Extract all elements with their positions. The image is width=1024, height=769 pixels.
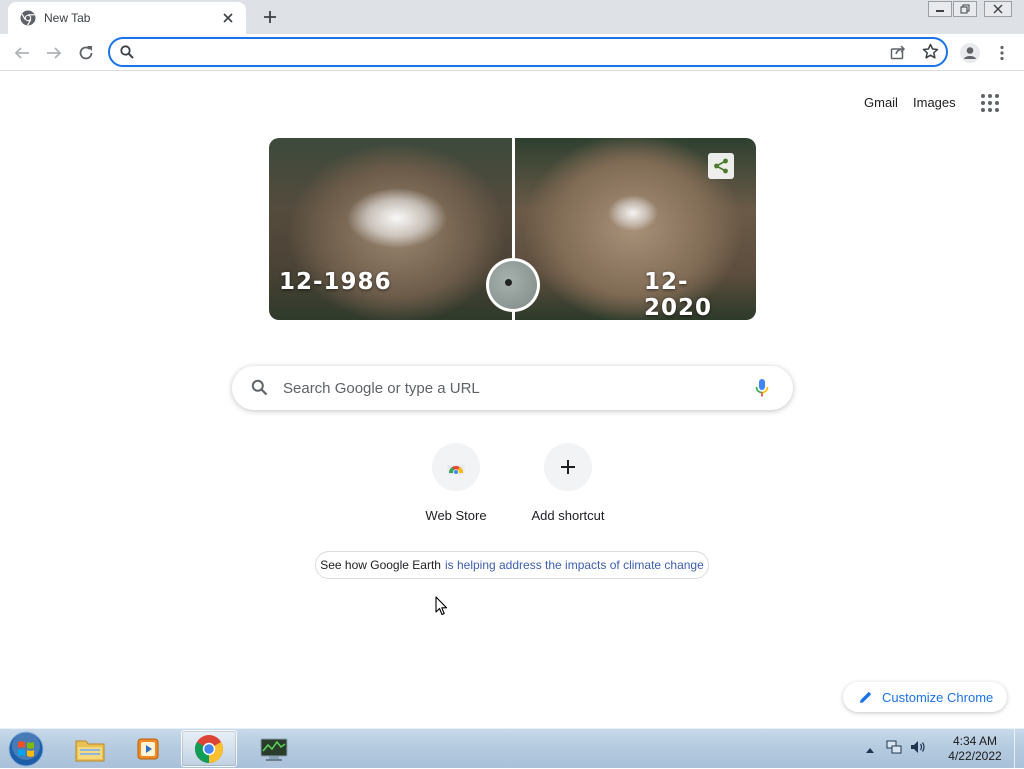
taskbar-media-player[interactable]: [121, 730, 177, 767]
profile-button[interactable]: [958, 41, 982, 65]
window-close-button[interactable]: [984, 1, 1012, 17]
gmail-link[interactable]: Gmail: [864, 95, 898, 110]
doodle-right-year: 12-2020: [644, 269, 713, 320]
chrome-menu-button[interactable]: [991, 42, 1013, 64]
google-search-input[interactable]: [283, 378, 743, 398]
shortcut-icon-circle: [544, 443, 592, 491]
taskbar-chrome[interactable]: [181, 730, 237, 767]
clock-date: 4/22/2022: [948, 749, 1002, 763]
plus-icon: [264, 11, 276, 23]
minimize-button[interactable]: [928, 1, 952, 17]
minimize-icon: [936, 10, 944, 12]
restore-button[interactable]: [953, 1, 977, 17]
chrome-web-store-icon: [447, 465, 465, 475]
share-icon[interactable]: [708, 153, 734, 179]
system-monitor-icon: [260, 738, 288, 761]
reload-icon: [79, 46, 93, 60]
plus-icon: [561, 460, 575, 474]
shortcut-icon-circle: [432, 443, 480, 491]
google-search-box[interactable]: [232, 366, 793, 410]
globe-icon: [489, 261, 537, 309]
taskbar-system-monitor[interactable]: [246, 730, 302, 767]
omnibox-input[interactable]: [144, 43, 874, 61]
kebab-menu-icon: [1000, 45, 1004, 61]
google-doodle[interactable]: 12-1986 12-2020: [269, 138, 756, 320]
images-link[interactable]: Images: [913, 95, 956, 110]
taskbar-file-explorer[interactable]: [62, 730, 118, 767]
file-explorer-icon: [75, 740, 105, 761]
doodle-left-year: 12-1986: [279, 269, 392, 295]
doodle-slider-handle[interactable]: [486, 258, 540, 312]
tab-new-tab[interactable]: New Tab: [8, 2, 246, 34]
tray-up-arrow-icon[interactable]: [866, 740, 874, 758]
network-icon[interactable]: [886, 739, 902, 760]
grid-apps-icon[interactable]: [981, 94, 999, 112]
customize-chrome-button[interactable]: Customize Chrome: [843, 682, 1007, 712]
close-icon[interactable]: [220, 10, 236, 26]
windows-taskbar: 4:34 AM 4/22/2022: [0, 728, 1024, 769]
media-player-icon: [137, 738, 159, 759]
system-tray: [866, 729, 926, 769]
shortcut-add[interactable]: Add shortcut: [518, 443, 618, 533]
chrome-icon: [20, 10, 36, 26]
show-desktop-button[interactable]: [1014, 729, 1024, 769]
tab-strip: New Tab: [0, 0, 1024, 34]
back-button[interactable]: [11, 42, 33, 64]
omnibox[interactable]: [108, 37, 948, 67]
customize-chrome-label: Customize Chrome: [882, 689, 994, 705]
reload-button[interactable]: [75, 42, 97, 64]
avatar-icon: [960, 43, 980, 63]
microphone-icon[interactable]: [755, 378, 769, 403]
system-clock[interactable]: 4:34 AM 4/22/2022: [940, 734, 1010, 764]
tab-title: New Tab: [44, 11, 91, 25]
new-tab-button[interactable]: [259, 6, 281, 28]
arrow-right-icon: [47, 47, 62, 59]
shortcut-label: Web Store: [425, 508, 487, 523]
close-icon: [993, 4, 1003, 14]
promo-text: See how Google Earth: [320, 558, 441, 572]
chrome-icon: [195, 734, 223, 763]
clock-time: 4:34 AM: [952, 734, 998, 748]
volume-icon[interactable]: [910, 739, 926, 760]
mouse-cursor-icon: [435, 596, 449, 622]
pencil-icon: [860, 691, 872, 703]
search-icon: [251, 379, 268, 401]
doodle-promo: See how Google Earth is helping address …: [315, 551, 709, 579]
star-icon[interactable]: [922, 43, 939, 65]
windows-start-icon[interactable]: [6, 731, 46, 767]
restore-icon: [960, 4, 970, 14]
forward-button[interactable]: [43, 42, 65, 64]
shortcut-label: Add shortcut: [531, 508, 605, 523]
share-icon[interactable]: [890, 44, 906, 65]
search-icon: [120, 45, 134, 64]
browser-toolbar: [0, 34, 1024, 71]
arrow-left-icon: [14, 47, 29, 59]
shortcut-web-store[interactable]: Web Store: [406, 443, 506, 533]
promo-link[interactable]: is helping address the impacts of climat…: [445, 558, 704, 572]
